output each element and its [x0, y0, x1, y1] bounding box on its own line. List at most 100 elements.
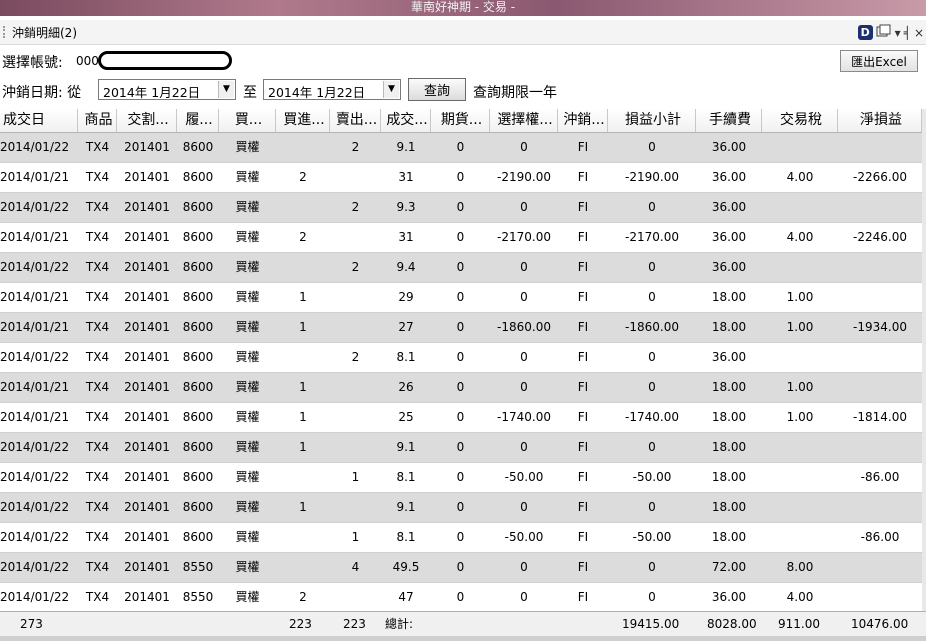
cell-options-pl: 0 [520, 560, 528, 574]
table-row[interactable]: 2014/01/22 TX4 201401 8600 買權 2 9.3 0 0 FI 0 36.00 [0, 193, 922, 223]
cell-delivery-month: 201401 [124, 170, 170, 184]
to-date-picker[interactable]: 2014年 1月22日 ▼ [263, 79, 401, 100]
table-row[interactable]: 2014/01/22 TX4 201401 8600 買權 1 9.1 0 0 FI 0 18.00 [0, 493, 922, 523]
vertical-scrollbar[interactable] [922, 109, 926, 611]
cell-fee: 18.00 [711, 500, 747, 514]
column-header-net-pl[interactable]: 淨損益 [838, 109, 922, 132]
column-header-trade-price[interactable]: 成交... [381, 109, 431, 132]
table-row[interactable]: 2014/01/21 TX4 201401 8600 買權 1 25 0 -1740.00 FI -… [0, 403, 922, 433]
column-header-futures-pl[interactable]: 期貨... [431, 109, 490, 132]
cell-fee: 18.00 [711, 440, 747, 454]
cell-options-pl: 0 [520, 380, 528, 394]
cell-product: TX4 [85, 590, 110, 604]
column-header-sell-qty[interactable]: 賣出... [330, 109, 381, 132]
table-row[interactable]: 2014/01/22 TX4 201401 8550 買權 2 47 0 0 FI 0 36.00 4.… [0, 583, 922, 611]
table-row[interactable]: 2014/01/22 TX4 201401 8600 買權 2 8.1 0 0 FI 0 36.00 [0, 343, 922, 373]
cell-net-pl [838, 343, 922, 372]
column-header-offset-type[interactable]: 沖銷... [558, 109, 608, 132]
account-select[interactable]: 000 [72, 50, 232, 72]
query-button[interactable]: 查詢 [408, 78, 466, 101]
cell-net-pl [838, 133, 922, 162]
cell-futures-pl: 0 [456, 260, 465, 274]
column-header-buy-qty[interactable]: 買進... [276, 109, 330, 132]
table-row[interactable]: 2014/01/21 TX4 201401 8600 買權 2 31 0 -2170.00 FI -… [0, 223, 922, 253]
cell-net-pl [838, 373, 922, 402]
cell-trade-date: 2014/01/22 [0, 590, 70, 604]
table-row[interactable]: 2014/01/21 TX4 201401 8600 買權 1 29 0 0 FI 0 18.00 1.… [0, 283, 922, 313]
cell-futures-pl: 0 [456, 320, 465, 334]
column-header-call-put[interactable]: 買... [219, 109, 276, 132]
cell-tax: 1.00 [786, 290, 814, 304]
cell-options-pl: -2170.00 [497, 230, 551, 244]
cell-options-pl: -50.00 [504, 530, 544, 544]
cell-net-pl [838, 253, 922, 282]
column-header-strike[interactable]: 履... [177, 109, 219, 132]
cell-strike: 8600 [182, 170, 214, 184]
cell-futures-pl: 0 [456, 230, 465, 244]
cell-pl-subtotal: 0 [648, 590, 656, 604]
cell-fee: 36.00 [711, 590, 747, 604]
column-header-trade-date[interactable]: 成交日 [0, 109, 78, 132]
pin-icon[interactable]: ╡ [904, 26, 911, 40]
cell-buy-qty: 1 [299, 320, 307, 334]
column-header-pl-subtotal[interactable]: 損益小計 [608, 109, 696, 132]
cell-strike: 8600 [182, 200, 214, 214]
table-row[interactable]: 2014/01/22 TX4 201401 8600 買權 1 8.1 0 -50.00 FI -5… [0, 463, 922, 493]
d-app-icon[interactable]: D [857, 25, 873, 40]
cell-buy-qty [276, 523, 330, 552]
column-header-fee[interactable]: 手續費 [696, 109, 762, 132]
cell-delivery-month: 201401 [124, 140, 170, 154]
cell-net-pl: -1934.00 [853, 320, 907, 334]
totals-label: 總計: [385, 617, 414, 631]
table-row[interactable]: 2014/01/21 TX4 201401 8600 買權 1 26 0 0 FI 0 18.00 1.… [0, 373, 922, 403]
column-header-delivery-month[interactable]: 交割... [117, 109, 177, 132]
cell-strike: 8550 [182, 560, 214, 574]
table-row[interactable]: 2014/01/22 TX4 201401 8600 買權 1 8.1 0 -50.00 FI -5… [0, 523, 922, 553]
cell-delivery-month: 201401 [124, 410, 170, 424]
table-row[interactable]: 2014/01/21 TX4 201401 8600 買權 2 31 0 -2190.00 FI -… [0, 163, 922, 193]
column-header-tax[interactable]: 交易稅 [762, 109, 838, 132]
cell-buy-qty: 2 [299, 590, 307, 604]
total-sell: 223 [343, 617, 366, 631]
cell-strike: 8550 [182, 590, 214, 604]
cell-product: TX4 [85, 440, 110, 454]
close-icon[interactable]: × [914, 26, 924, 40]
cell-tax [762, 343, 838, 372]
column-header-options-pl[interactable]: 選擇權... [490, 109, 558, 132]
total-net: 10476.00 [851, 617, 909, 631]
grip-icon[interactable] [3, 26, 7, 38]
from-date-picker[interactable]: 2014年 1月22日 ▼ [98, 79, 236, 100]
query-limit-note: 查詢期限一年 [473, 85, 557, 101]
chevron-down-icon[interactable]: ▼ [218, 81, 234, 98]
cell-trade-price: 8.1 [396, 470, 416, 484]
table-row[interactable]: 2014/01/21 TX4 201401 8600 買權 1 27 0 -1860.00 FI -… [0, 313, 922, 343]
window-list-icon[interactable] [876, 24, 892, 41]
cell-trade-date: 2014/01/22 [0, 530, 70, 544]
total-buy: 223 [289, 617, 312, 631]
cell-strike: 8600 [182, 230, 214, 244]
table-header: 成交日 商品 交割... 履... 買... 買進... 賣出... 成交... 期貨... 選擇… [0, 109, 922, 133]
cell-delivery-month: 201401 [124, 260, 170, 274]
cell-offset-type: FI [577, 410, 589, 424]
table-row[interactable]: 2014/01/22 TX4 201401 8600 買權 2 9.1 0 0 FI 0 36.00 [0, 133, 922, 163]
cell-call-put: 買權 [235, 260, 260, 274]
cell-pl-subtotal: -2170.00 [625, 230, 679, 244]
cell-product: TX4 [85, 170, 110, 184]
table-row[interactable]: 2014/01/22 TX4 201401 8600 買權 2 9.4 0 0 FI 0 36.00 [0, 253, 922, 283]
dropdown-icon[interactable]: ▾ [895, 26, 901, 40]
column-header-product[interactable]: 商品 [78, 109, 117, 132]
chevron-down-icon[interactable]: ▼ [383, 81, 399, 98]
cell-net-pl [838, 433, 922, 462]
panel-tools: D ▾ ╡ × [857, 24, 924, 41]
cell-offset-type: FI [577, 560, 589, 574]
cell-options-pl: 0 [520, 590, 528, 604]
cell-call-put: 買權 [235, 410, 260, 424]
cell-pl-subtotal: 0 [648, 290, 656, 304]
table-row[interactable]: 2014/01/22 TX4 201401 8600 買權 1 9.1 0 0 FI 0 18.00 [0, 433, 922, 463]
cell-product: TX4 [85, 140, 110, 154]
cell-sell-qty: 1 [351, 530, 360, 544]
export-excel-button[interactable]: 匯出Excel [840, 50, 918, 72]
table-row[interactable]: 2014/01/22 TX4 201401 8550 買權 4 49.5 0 0 FI 0 72.00… [0, 553, 922, 583]
cell-product: TX4 [85, 500, 110, 514]
cell-options-pl: 0 [520, 260, 528, 274]
